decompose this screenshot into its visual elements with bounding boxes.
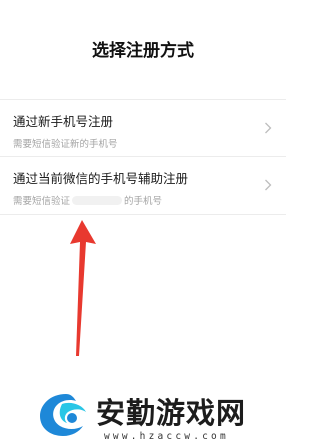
option-wechat-phone-subtitle: 需要短信验证 的手机号 xyxy=(13,193,162,207)
watermark-logo-icon xyxy=(40,394,86,436)
subtitle-prefix: 需要短信验证 xyxy=(13,196,71,207)
option-wechat-phone[interactable]: 通过当前微信的手机号辅助注册 需要短信验证 的手机号 xyxy=(0,156,286,215)
red-arrow-pointer xyxy=(70,220,96,356)
masked-phone-number xyxy=(72,196,123,205)
option-wechat-phone-title: 通过当前微信的手机号辅助注册 xyxy=(13,171,189,186)
option-new-phone-title: 通过新手机号注册 xyxy=(13,114,114,129)
subtitle-suffix: 的手机号 xyxy=(124,196,163,207)
option-new-phone-subtitle: 需要短信验证新的手机号 xyxy=(13,139,118,150)
watermark-url: www.hzaccw.com xyxy=(104,431,229,442)
chevron-right-icon xyxy=(265,122,272,134)
list-divider xyxy=(0,214,286,215)
page-title: 选择注册方式 xyxy=(92,41,194,61)
option-new-phone[interactable]: 通过新手机号注册 需要短信验证新的手机号 xyxy=(0,99,286,158)
chevron-right-icon xyxy=(265,179,272,191)
watermark-title: 安勤游戏网 xyxy=(96,396,247,430)
